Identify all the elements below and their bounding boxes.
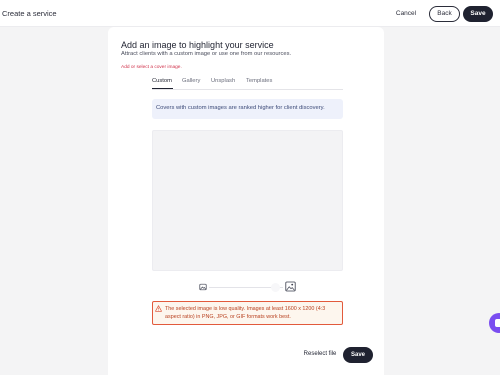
reselect-file-button[interactable]: Reselect file (300, 348, 340, 360)
tab-templates[interactable]: Templates (246, 78, 272, 84)
info-banner-text: Covers with custom images are ranked hig… (156, 105, 325, 111)
info-banner: Covers with custom images are ranked hig… (152, 99, 343, 119)
back-button[interactable]: Back (429, 6, 460, 22)
cover-image-error: Add or select a cover image. (121, 65, 182, 70)
tab-custom[interactable]: Custom (152, 78, 172, 84)
image-preview[interactable] (152, 130, 343, 271)
zoom-handle[interactable] (271, 283, 280, 292)
low-quality-warning: The selected image is low quality. Image… (152, 301, 343, 325)
page-title: Create a service (2, 9, 57, 18)
panel-heading: Add an image to highlight your service (121, 40, 274, 50)
image-large-icon[interactable] (285, 281, 296, 292)
cancel-button[interactable]: Cancel (390, 6, 422, 22)
image-source-tabs: Custom Gallery Unsplash Templates (152, 77, 343, 90)
warning-message: The selected image is low quality. Image… (165, 306, 326, 320)
tab-unsplash[interactable]: Unsplash (211, 78, 235, 84)
save-button[interactable]: Save (463, 6, 493, 22)
zoom-slider[interactable] (199, 281, 296, 293)
active-tab-indicator (152, 88, 173, 89)
warning-triangle-icon (155, 305, 162, 312)
chat-icon (495, 319, 500, 327)
tab-gallery[interactable]: Gallery (182, 78, 200, 84)
save-image-button[interactable]: Save (343, 347, 373, 363)
panel-subheading: Attract clients with a custom image or u… (121, 51, 292, 57)
top-bar: Create a service Cancel Back Save (0, 0, 500, 27)
image-small-icon[interactable] (199, 283, 207, 291)
